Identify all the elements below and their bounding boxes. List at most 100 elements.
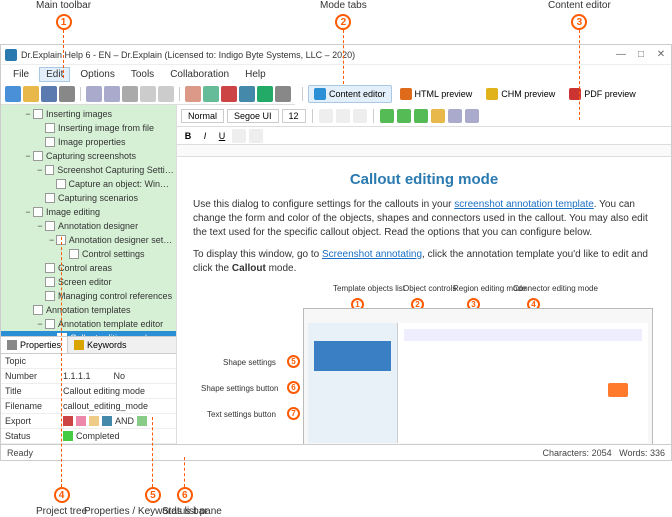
tree-node[interactable]: −Annotation template editor xyxy=(1,317,176,331)
callout-bubble: 1 xyxy=(56,14,72,30)
callout-bubble: 4 xyxy=(54,487,70,503)
status-words-label: Words: xyxy=(619,448,647,458)
link-annotation-template[interactable]: screenshot annotation template xyxy=(454,199,594,210)
export-html-icon[interactable] xyxy=(185,86,201,102)
properties-icon xyxy=(7,340,17,350)
format-toolbar-2: B I U xyxy=(177,127,671,145)
callout-label: Status bar xyxy=(162,506,208,517)
paste-icon[interactable] xyxy=(158,86,174,102)
tree-node[interactable]: Control settings xyxy=(1,247,176,261)
menu-help[interactable]: Help xyxy=(239,68,272,81)
document-body[interactable]: Callout editing mode Use this dialog to … xyxy=(177,157,671,444)
mode-html-preview[interactable]: HTML preview xyxy=(394,85,479,103)
callout-4: Project tree 4 xyxy=(36,237,87,517)
callout-label: Mode tabs xyxy=(320,0,367,11)
window-title: Dr.Explain Help 6 - EN – Dr.Explain (Lic… xyxy=(21,50,615,60)
content-editor-icon xyxy=(314,88,326,100)
html-preview-icon xyxy=(400,88,412,100)
chm-preview-icon xyxy=(486,88,498,100)
menu-file[interactable]: File xyxy=(7,68,35,81)
redo-icon[interactable] xyxy=(104,86,120,102)
callout-1: Main toolbar 1 xyxy=(36,0,91,78)
doc-heading: Callout editing mode xyxy=(193,171,655,188)
mini-bubble: 6 xyxy=(287,381,300,394)
ruler[interactable] xyxy=(177,145,671,157)
size-select[interactable]: 12 xyxy=(282,109,306,123)
export-pdf-icon[interactable] xyxy=(221,86,237,102)
callout-bubble: 3 xyxy=(571,14,587,30)
highlight-icon[interactable] xyxy=(249,129,263,143)
mode-content-editor[interactable]: Content editor xyxy=(308,85,392,103)
tree-node[interactable]: Image properties xyxy=(1,135,176,149)
properties-tabs: Properties Keywords xyxy=(1,336,176,354)
italic-icon[interactable]: I xyxy=(198,129,212,143)
menu-collaboration[interactable]: Collaboration xyxy=(164,68,235,81)
status-ready: Ready xyxy=(7,448,33,458)
minimize-button[interactable]: — xyxy=(615,49,627,61)
status-chars-label: Characters: xyxy=(543,448,590,458)
insert-link-icon[interactable] xyxy=(431,109,445,123)
callout-label: Project tree xyxy=(36,506,87,517)
bold-icon[interactable]: B xyxy=(181,129,195,143)
tree-node[interactable]: −Inserting images xyxy=(1,107,176,121)
mini-label: Shape settings xyxy=(223,358,276,367)
close-button[interactable]: ✕ xyxy=(655,49,667,61)
save-icon[interactable] xyxy=(41,86,57,102)
style-select[interactable]: Normal xyxy=(181,109,224,123)
align-left-icon[interactable] xyxy=(319,109,333,123)
export-word-icon[interactable] xyxy=(239,86,255,102)
status-chars: 2054 xyxy=(592,448,612,458)
mini-label: Shape settings button xyxy=(201,384,278,393)
tree-node[interactable]: Inserting image from file xyxy=(1,121,176,135)
settings-icon[interactable] xyxy=(275,86,291,102)
callout-bubble: 5 xyxy=(145,487,161,503)
tree-node[interactable]: Capture an object: Win32 Se xyxy=(1,177,176,191)
color-icon[interactable] xyxy=(232,129,246,143)
insert-video-icon[interactable] xyxy=(414,109,428,123)
project-tree[interactable]: −Inserting imagesInserting image from fi… xyxy=(1,105,176,336)
align-center-icon[interactable] xyxy=(336,109,350,123)
doc-paragraph: Use this dialog to configure settings fo… xyxy=(193,198,655,240)
insert-screenshot-icon[interactable] xyxy=(397,109,411,123)
copy-icon[interactable] xyxy=(140,86,156,102)
tree-node[interactable]: −Screenshot Capturing Settings xyxy=(1,163,176,177)
tree-node[interactable]: Screen editor xyxy=(1,275,176,289)
tree-node[interactable]: −Annotation designer settings xyxy=(1,233,176,247)
main-toolbar xyxy=(1,83,295,105)
app-icon xyxy=(5,49,17,61)
mini-bubble: 5 xyxy=(287,355,300,368)
tree-node[interactable]: −Image editing xyxy=(1,205,176,219)
print-icon[interactable] xyxy=(59,86,75,102)
cut-icon[interactable] xyxy=(122,86,138,102)
tree-node[interactable]: −Capturing screenshots xyxy=(1,149,176,163)
tree-node[interactable]: −Annotation designer xyxy=(1,219,176,233)
insert-image-icon[interactable] xyxy=(380,109,394,123)
tree-node[interactable]: Managing control references xyxy=(1,289,176,303)
callout-label: Main toolbar xyxy=(36,0,91,11)
new-icon[interactable] xyxy=(5,86,21,102)
tree-node[interactable]: Annotation templates xyxy=(1,303,176,317)
tree-node[interactable]: Capturing scenarios xyxy=(1,191,176,205)
undo-icon[interactable] xyxy=(86,86,102,102)
insert-variable-icon[interactable] xyxy=(465,109,479,123)
insert-table-icon[interactable] xyxy=(448,109,462,123)
underline-icon[interactable]: U xyxy=(215,129,229,143)
export-icon[interactable] xyxy=(257,86,273,102)
mini-bubble: 7 xyxy=(287,407,300,420)
callout-3: Content editor 3 xyxy=(548,0,611,120)
link-screenshot-annotating[interactable]: Screenshot annotating xyxy=(322,249,422,260)
maximize-button[interactable]: □ xyxy=(635,49,647,61)
callout-2: Mode tabs 2 xyxy=(320,0,367,84)
mini-label: Template objects list xyxy=(333,284,405,293)
tree-node[interactable]: Control areas xyxy=(1,261,176,275)
sidebar: −Inserting imagesInserting image from fi… xyxy=(1,105,177,444)
export-chm-icon[interactable] xyxy=(203,86,219,102)
open-icon[interactable] xyxy=(23,86,39,102)
align-right-icon[interactable] xyxy=(353,109,367,123)
callout-bubble: 6 xyxy=(177,487,193,503)
callout-bubble: 2 xyxy=(335,14,351,30)
callout-6: Status bar 6 xyxy=(162,457,208,517)
menu-tools[interactable]: Tools xyxy=(125,68,160,81)
callout-label: Content editor xyxy=(548,0,611,11)
font-select[interactable]: Segoe UI xyxy=(227,109,279,123)
